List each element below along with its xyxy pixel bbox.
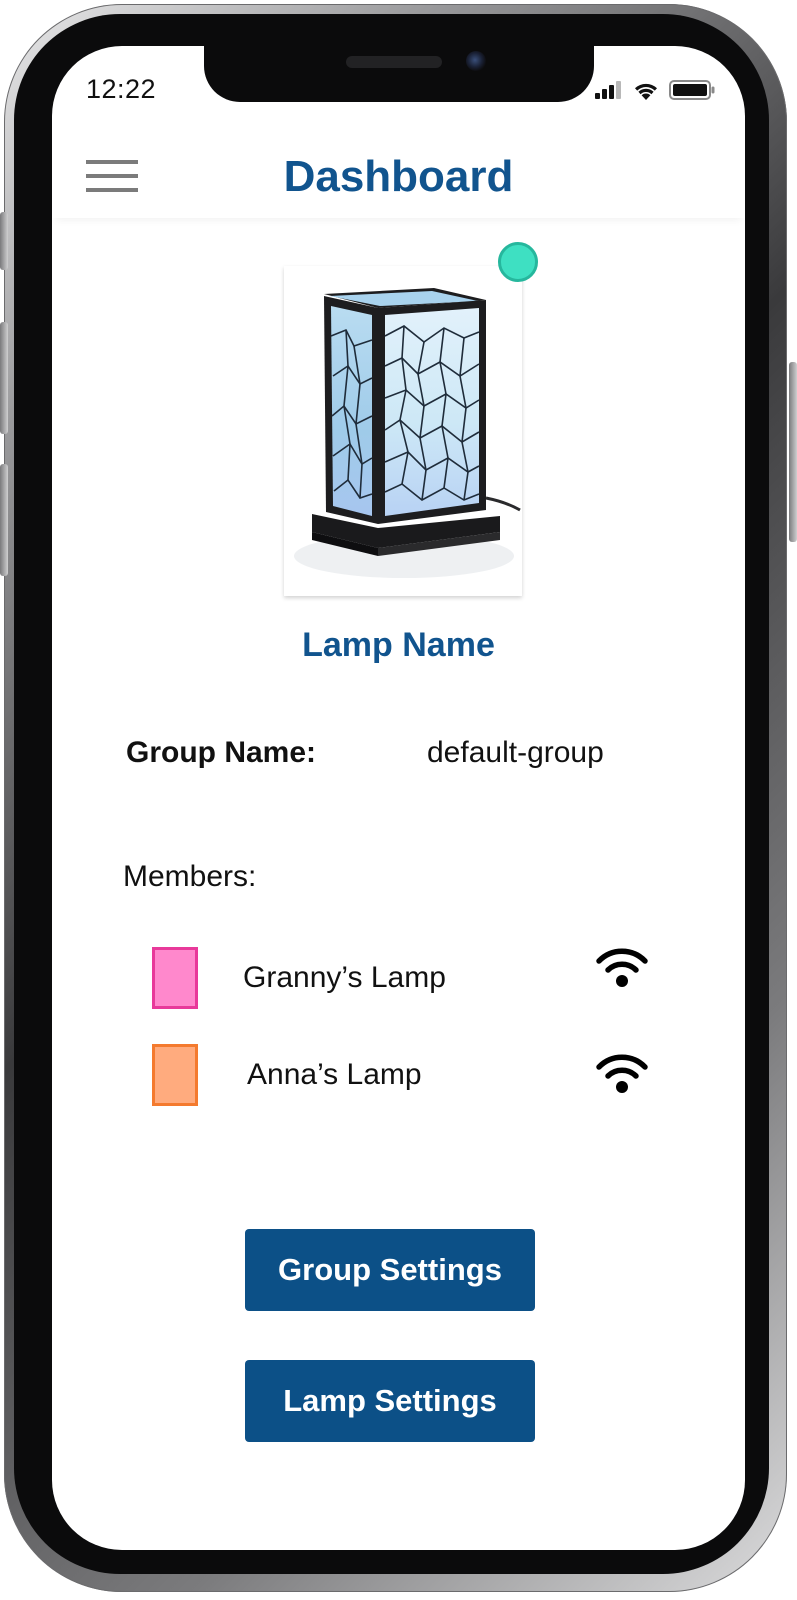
speaker-grille [346, 56, 442, 68]
camera-icon [466, 51, 486, 71]
member-row[interactable]: Granny’s Lamp [52, 947, 745, 1017]
volume-up-button [0, 322, 8, 434]
phone-mockup: 12:22 Dashboard Lamp Name Group Name: de… [0, 0, 797, 1600]
app-header: Dashboard [52, 138, 745, 218]
wifi-icon [635, 83, 657, 100]
power-button [789, 362, 797, 542]
wifi-icon [596, 948, 648, 987]
notch [204, 46, 594, 102]
page-title: Dashboard [283, 152, 514, 201]
lamp-image [284, 266, 522, 596]
member-row[interactable]: Anna’s Lamp [52, 1044, 745, 1114]
app-screen: 12:22 Dashboard Lamp Name Group Name: de… [52, 46, 745, 1550]
lamp-settings-button[interactable]: Lamp Settings [245, 1360, 535, 1442]
wifi-icon [596, 1054, 648, 1093]
battery-icon [669, 80, 715, 100]
member-color-swatch [152, 1044, 198, 1106]
members-label: Members: [123, 860, 257, 893]
lamp-name: Lamp Name [302, 626, 495, 664]
volume-down-button [0, 464, 8, 576]
member-color-swatch [152, 947, 198, 1009]
silent-switch [0, 212, 8, 270]
group-name-value: default-group [427, 736, 604, 769]
lamp-status-indicator [498, 242, 538, 282]
lamp-illustration [284, 266, 522, 596]
status-time: 12:22 [86, 74, 157, 104]
group-name-label: Group Name: [126, 736, 317, 769]
status-icons [595, 80, 715, 100]
member-name: Granny’s Lamp [243, 961, 446, 994]
member-name: Anna’s Lamp [247, 1058, 422, 1091]
cellular-signal-icon [595, 81, 621, 99]
group-settings-button[interactable]: Group Settings [245, 1229, 535, 1311]
